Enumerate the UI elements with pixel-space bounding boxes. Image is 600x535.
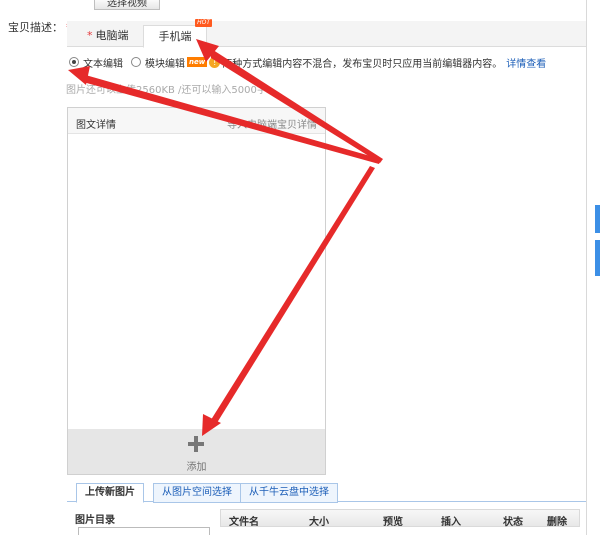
annotation-arrows — [68, 39, 383, 436]
annotation-arrow-to-text-edit — [82, 74, 381, 164]
annotation-arrow-to-mobile-tab — [210, 48, 383, 163]
annotation-arrow-to-add-button — [209, 166, 375, 426]
